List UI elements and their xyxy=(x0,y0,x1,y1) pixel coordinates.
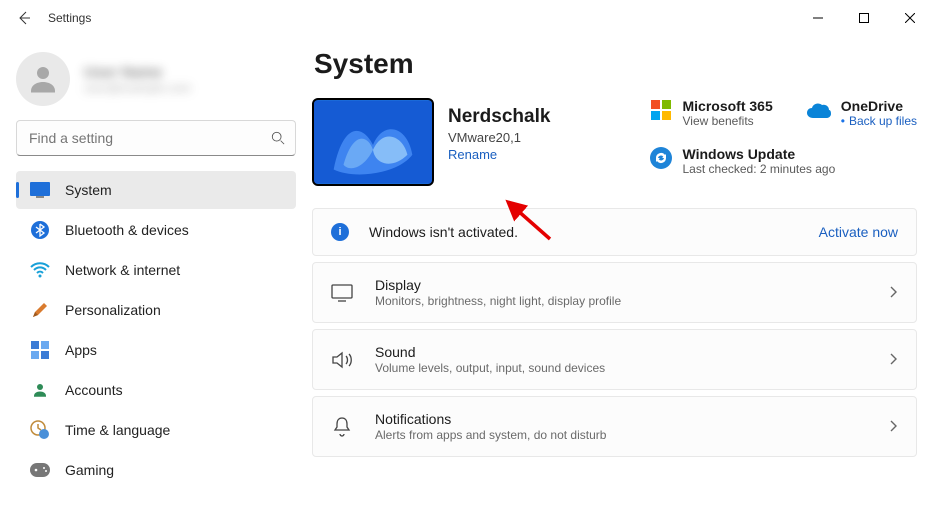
windows-update-icon xyxy=(649,146,673,170)
card-sound[interactable]: SoundVolume levels, output, input, sound… xyxy=(312,329,917,390)
tile-title: OneDrive xyxy=(841,98,917,114)
search-input[interactable] xyxy=(27,129,271,147)
sidebar-item-personalization[interactable]: Personalization xyxy=(16,291,296,329)
rename-link[interactable]: Rename xyxy=(448,147,497,162)
account-email: user@example.com xyxy=(84,81,191,95)
wallpaper-bloom-icon xyxy=(314,100,432,184)
activation-text: Windows isn't activated. xyxy=(369,224,518,240)
device-model: VMware20,1 xyxy=(448,130,550,145)
system-icon xyxy=(29,179,51,201)
avatar xyxy=(16,52,70,106)
nav-label: Network & internet xyxy=(65,262,180,278)
activate-link[interactable]: Activate now xyxy=(819,224,898,240)
sidebar-item-accounts[interactable]: Accounts xyxy=(16,371,296,409)
device-thumbnail[interactable] xyxy=(312,98,434,186)
tile-title: Windows Update xyxy=(683,146,836,162)
sidebar-item-system[interactable]: System xyxy=(16,171,296,209)
back-button[interactable] xyxy=(8,2,40,34)
card-title: Sound xyxy=(375,344,605,360)
maximize-icon xyxy=(859,13,869,23)
card-title: Notifications xyxy=(375,411,606,427)
chevron-right-icon xyxy=(890,419,898,435)
account-name: User Name xyxy=(84,64,191,81)
accounts-icon xyxy=(29,379,51,401)
sidebar-item-network[interactable]: Network & internet xyxy=(16,251,296,289)
card-sub: Volume levels, output, input, sound devi… xyxy=(375,361,605,375)
nav-label: Accounts xyxy=(65,382,123,398)
nav-label: Time & language xyxy=(65,422,170,438)
nav-label: System xyxy=(65,182,112,198)
minimize-icon xyxy=(813,13,823,23)
sidebar: User Name user@example.com System Blueto… xyxy=(12,40,300,490)
maximize-button[interactable] xyxy=(841,2,887,34)
tile-onedrive[interactable]: OneDrive•Back up files xyxy=(807,98,917,128)
activation-banner: i Windows isn't activated. Activate now xyxy=(312,208,917,256)
tile-sub: Last checked: 2 minutes ago xyxy=(683,162,836,176)
account-block[interactable]: User Name user@example.com xyxy=(16,52,296,106)
window-title: Settings xyxy=(48,11,91,25)
sidebar-item-bluetooth[interactable]: Bluetooth & devices xyxy=(16,211,296,249)
card-title: Display xyxy=(375,277,621,293)
bell-icon xyxy=(331,416,353,438)
card-sub: Monitors, brightness, night light, displ… xyxy=(375,294,621,308)
info-icon: i xyxy=(331,223,349,241)
tile-title: Microsoft 365 xyxy=(683,98,773,114)
onedrive-icon xyxy=(807,98,831,122)
card-notifications[interactable]: NotificationsAlerts from apps and system… xyxy=(312,396,917,457)
tile-sub: •Back up files xyxy=(841,114,917,128)
chevron-right-icon xyxy=(890,285,898,301)
tile-windows-update[interactable]: Windows UpdateLast checked: 2 minutes ag… xyxy=(649,146,836,176)
nav-list: System Bluetooth & devices Network & int… xyxy=(12,170,300,490)
nav-label: Gaming xyxy=(65,462,114,478)
titlebar: Settings xyxy=(0,0,941,36)
card-sub: Alerts from apps and system, do not dist… xyxy=(375,428,606,442)
clock-globe-icon xyxy=(29,419,51,441)
nav-label: Personalization xyxy=(65,302,161,318)
sidebar-item-apps[interactable]: Apps xyxy=(16,331,296,369)
gaming-icon xyxy=(29,459,51,481)
minimize-button[interactable] xyxy=(795,2,841,34)
tile-microsoft-365[interactable]: Microsoft 365View benefits xyxy=(649,98,773,128)
nav-label: Bluetooth & devices xyxy=(65,222,189,238)
display-icon xyxy=(331,282,353,304)
brush-icon xyxy=(29,299,51,321)
close-button[interactable] xyxy=(887,2,933,34)
card-display[interactable]: DisplayMonitors, brightness, night light… xyxy=(312,262,917,323)
device-hero: Nerdschalk VMware20,1 Rename Microsoft 3… xyxy=(312,98,917,186)
chevron-right-icon xyxy=(890,352,898,368)
wifi-icon xyxy=(29,259,51,281)
sidebar-item-gaming[interactable]: Gaming xyxy=(16,451,296,489)
microsoft-365-icon xyxy=(649,98,673,122)
sidebar-item-time[interactable]: Time & language xyxy=(16,411,296,449)
close-icon xyxy=(905,13,915,23)
device-name: Nerdschalk xyxy=(448,106,550,128)
person-icon xyxy=(25,61,61,97)
main-content: System Nerdschalk VMware20,1 Rename xyxy=(300,40,941,490)
apps-icon xyxy=(29,339,51,361)
tile-sub: View benefits xyxy=(683,114,773,128)
search-icon xyxy=(271,131,285,145)
search-box[interactable] xyxy=(16,120,296,156)
bluetooth-icon xyxy=(29,219,51,241)
page-title: System xyxy=(314,48,917,80)
nav-label: Apps xyxy=(65,342,97,358)
sound-icon xyxy=(331,349,353,371)
back-arrow-icon xyxy=(16,10,32,26)
